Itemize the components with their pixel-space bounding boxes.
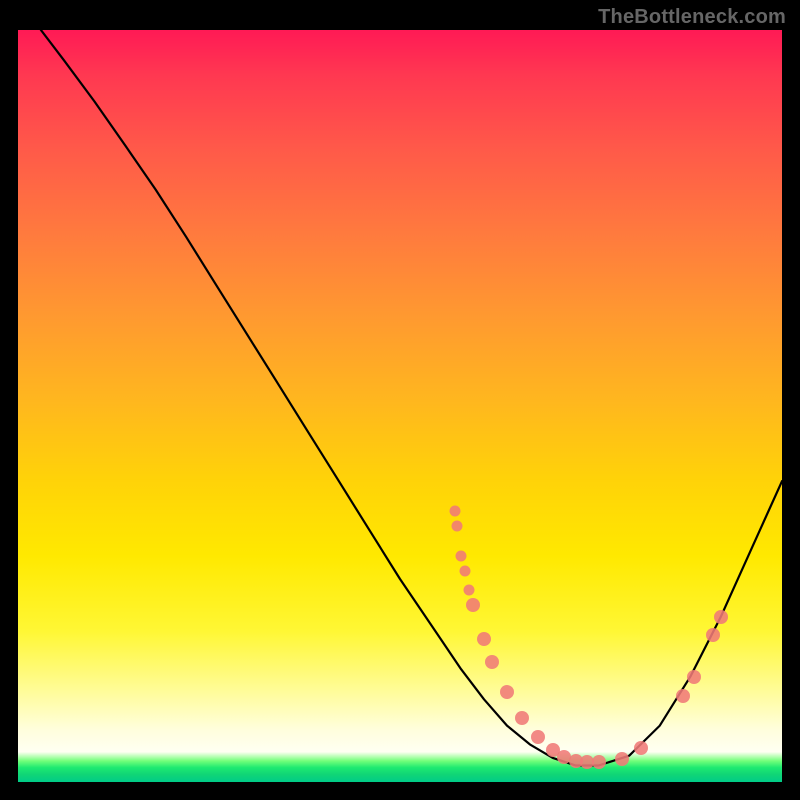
data-point xyxy=(714,610,728,624)
data-point xyxy=(515,711,529,725)
data-point xyxy=(477,632,491,646)
data-point xyxy=(485,655,499,669)
data-point xyxy=(592,755,606,769)
data-point xyxy=(687,670,701,684)
data-point xyxy=(634,741,648,755)
data-point xyxy=(452,521,463,532)
watermark-text: TheBottleneck.com xyxy=(598,6,786,29)
chart-container: TheBottleneck.com xyxy=(0,0,800,800)
data-point xyxy=(500,685,514,699)
data-point xyxy=(615,752,629,766)
data-point xyxy=(676,689,690,703)
plot-area xyxy=(18,30,782,782)
data-point xyxy=(456,551,467,562)
data-point xyxy=(466,598,480,612)
bottleneck-curve xyxy=(18,30,782,782)
data-point xyxy=(459,566,470,577)
data-point xyxy=(531,730,545,744)
data-point xyxy=(706,628,720,642)
data-point xyxy=(450,506,461,517)
data-point xyxy=(463,585,474,596)
